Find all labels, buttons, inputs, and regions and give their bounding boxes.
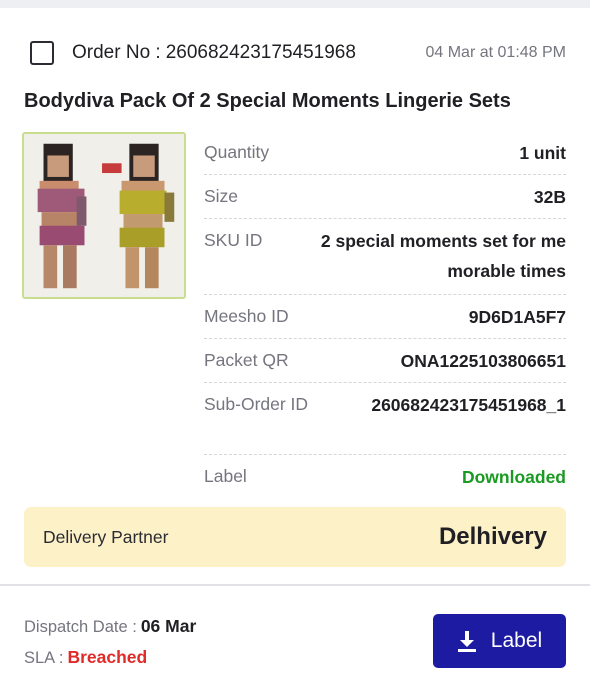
detail-value: ONA1225103806651: [400, 351, 566, 371]
order-details: Quantity 1 unit Size 32B SKU ID 2 specia…: [204, 131, 566, 499]
order-select-checkbox[interactable]: [30, 41, 54, 65]
detail-row-sku-id: SKU ID 2 special moments set for me mora…: [204, 219, 566, 295]
dispatch-date-value: 06 Mar: [140, 616, 197, 636]
detail-value: 32B: [533, 187, 566, 207]
detail-value: 260682423175451968_1: [371, 395, 566, 415]
detail-value: 1 unit: [519, 143, 566, 163]
dispatch-date: Dispatch Date : 06 Mar: [24, 616, 196, 637]
detail-key: Sub-Order ID: [204, 394, 309, 414]
detail-key: Label: [204, 466, 247, 486]
order-timestamp: 04 Mar at 01:48 PM: [425, 44, 566, 61]
order-number: Order No : 260682423175451968: [72, 42, 356, 64]
detail-row-meesho-id: Meesho ID 9D6D1A5F7: [204, 295, 566, 339]
dispatch-date-label: Dispatch Date :: [24, 618, 137, 636]
detail-value: 2 special moments set for me morable tim…: [320, 231, 566, 281]
detail-row-label: Label Downloaded: [204, 455, 566, 499]
delivery-partner-banner: Delivery Partner Delhivery: [24, 507, 566, 567]
detail-key: SKU ID: [204, 230, 263, 250]
top-separator-strip: [0, 0, 590, 8]
sla-status: SLA : Breached: [24, 647, 147, 668]
detail-row-quantity: Quantity 1 unit: [204, 131, 566, 175]
download-label-button[interactable]: Label: [433, 614, 566, 668]
order-header: Order No : 260682423175451968 04 Mar at …: [30, 40, 566, 66]
order-number-label: Order No :: [72, 42, 161, 63]
download-label-button-text: Label: [490, 629, 543, 652]
product-title: Bodydiva Pack Of 2 Special Moments Linge…: [24, 90, 511, 112]
order-number-value: 260682423175451968: [165, 42, 356, 63]
detail-key: Packet QR: [204, 350, 289, 370]
delivery-partner-name: Delhivery: [438, 523, 547, 550]
sla-value: Breached: [67, 647, 148, 667]
detail-row-packet-qr: Packet QR ONA1225103806651: [204, 339, 566, 383]
footer-divider: [0, 584, 590, 586]
product-thumbnail-image: [24, 134, 184, 297]
delivery-partner-label: Delivery Partner: [43, 526, 169, 547]
detail-row-sub-order-id: Sub-Order ID 260682423175451968_1: [204, 383, 566, 455]
download-icon: [457, 630, 477, 652]
detail-key: Meesho ID: [204, 306, 289, 326]
detail-key: Quantity: [204, 142, 270, 162]
sla-label: SLA :: [24, 649, 64, 667]
detail-value: 9D6D1A5F7: [468, 307, 566, 327]
label-status: Downloaded: [461, 467, 566, 487]
detail-row-size: Size 32B: [204, 175, 566, 219]
product-thumbnail[interactable]: [22, 132, 186, 299]
detail-key: Size: [204, 186, 239, 206]
